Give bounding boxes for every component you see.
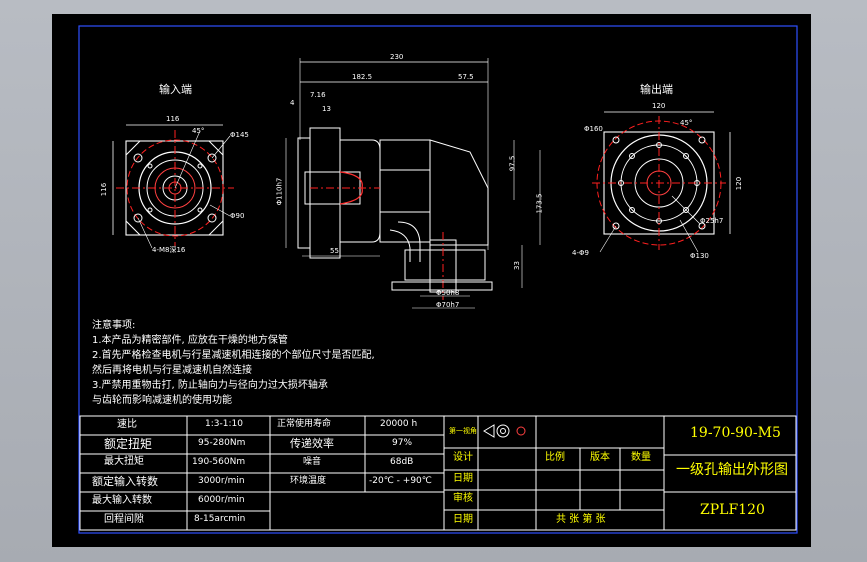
note-line-4: 3.严禁用重物击打, 防止轴向力与径向力过大损坏轴承 <box>92 380 328 391</box>
version-label: 版本 <box>590 452 610 463</box>
spec-r2-c1: 额定扭矩 <box>104 437 153 451</box>
output-elbow-inner <box>389 229 411 262</box>
spec-r4-c2: 3000r/min <box>198 476 245 486</box>
shaft-dia-label: Φ110h7 <box>275 177 284 206</box>
projection-symbol-2 <box>516 426 526 436</box>
bottom-dia2-label: Φ70h7 <box>436 301 460 309</box>
drawing-number: 19-70-90-M5 <box>690 425 781 441</box>
spec-r6-c1: 回程间隙 <box>104 514 144 525</box>
output-flange-leader <box>679 219 699 253</box>
input-height-dim: 116 <box>100 182 109 197</box>
spec-r4-c3: 环境温度 <box>290 476 327 486</box>
scale-label: 比例 <box>545 452 565 463</box>
output-flange-dim: Φ130 <box>690 252 709 260</box>
input-hole-leader <box>137 217 153 249</box>
spec-r5-c1: 最大输入转数 <box>92 495 152 506</box>
spec-r1-c3: 正常使用寿命 <box>277 419 332 429</box>
input-small-hole-2 <box>197 163 203 169</box>
projection-label: 第一视角 <box>449 427 477 435</box>
output-bore-dim: Φ25h7 <box>700 217 724 225</box>
output-holes-dim: 4-Φ9 <box>572 249 589 257</box>
spec-r3-c2: 190-560Nm <box>192 457 246 467</box>
d3-label: 13 <box>322 105 331 113</box>
spec-r1-c1: 速比 <box>117 419 137 430</box>
adapter-plate <box>309 127 341 259</box>
input-angle-dim: 45° <box>192 127 205 135</box>
spec-r2-c2: 95-280Nm <box>198 438 246 448</box>
right1-label: 97.5 <box>508 155 517 172</box>
model-number: ZPLF120 <box>700 502 765 518</box>
spec-r2-c3: 传递效率 <box>290 437 334 450</box>
spec-r3-c4: 68dB <box>390 457 414 467</box>
check-label: 审核 <box>453 493 473 504</box>
projection-circle <box>496 424 510 438</box>
note-line-1: 1.本产品为精密部件, 应放在干燥的地方保管 <box>92 335 288 346</box>
drawing-title: 一级孔输出外形图 <box>676 462 788 478</box>
overall-length-label: 230 <box>390 53 404 61</box>
input-small-hole-1 <box>147 163 153 169</box>
input-chamfer-tl <box>125 140 141 156</box>
output-angle-dim: 45° <box>680 119 693 127</box>
output-view-label: 输出端 <box>640 83 673 96</box>
spec-table-grid <box>79 415 445 531</box>
output-bore-leader <box>671 195 701 225</box>
output-width-dim: 120 <box>652 102 666 110</box>
input-holes-dim: 4-M8深16 <box>152 246 186 254</box>
input-bore-dim: Φ90 <box>230 212 245 220</box>
length1-label: 182.5 <box>352 73 373 81</box>
input-small-hole-4 <box>197 207 203 213</box>
spec-r5-c2: 6000r/min <box>198 495 245 505</box>
right2-label: 173.5 <box>535 193 544 214</box>
design-label: 设计 <box>453 452 473 463</box>
note-line-2: 2.首先严格检查电机与行星减速机相连接的个部位尺寸是否匹配, <box>92 350 375 361</box>
d1-label: 7.16 <box>310 91 326 99</box>
input-chamfer-br <box>208 220 224 236</box>
quantity-label: 数量 <box>631 452 651 463</box>
projection-circle-inner <box>500 428 506 434</box>
output-holes-leader <box>599 225 617 253</box>
housing-body-mid <box>379 139 431 243</box>
spec-r3-c1: 最大扭矩 <box>104 456 144 467</box>
spec-r3-c3: 噪音 <box>303 457 322 467</box>
note-line-5: 与齿轮而影响减速机的使用功能 <box>92 395 232 406</box>
date-label-1: 日期 <box>453 473 473 484</box>
input-end-view <box>112 124 234 249</box>
notes-title: 注意事项: <box>92 320 136 331</box>
spec-r6-c2: 8-15arcmin <box>194 514 246 524</box>
projection-cone <box>483 424 495 438</box>
output-pcd-dim: Φ160 <box>584 125 603 133</box>
spec-r1-c2: 1:3-1:10 <box>205 419 243 429</box>
date-label-2: 日期 <box>453 514 473 525</box>
output-end-view <box>592 111 731 253</box>
spec-r2-c4: 97% <box>392 438 413 448</box>
output-hub <box>404 249 486 281</box>
input-width-dim: 116 <box>166 115 180 123</box>
bottom1-label: 55 <box>330 247 339 255</box>
input-small-hole-3 <box>147 207 153 213</box>
sheets-label: 共 张 第 张 <box>556 514 606 525</box>
spec-r4-c1: 额定输入转数 <box>92 475 158 488</box>
input-view-label: 输入端 <box>159 83 192 96</box>
output-height-dim: 120 <box>735 176 744 191</box>
bottom-dia1-label: Φ50h8 <box>436 289 460 297</box>
spec-r1-c4: 20000 h <box>380 419 418 429</box>
input-pcd-dim: Φ145 <box>230 131 249 139</box>
motor-flange <box>297 137 311 249</box>
length2-label: 57.5 <box>458 73 474 81</box>
housing-body-right <box>429 139 489 246</box>
d2-label: 4 <box>290 99 295 107</box>
note-line-3: 然后再将电机与行星减速机自然连接 <box>92 365 252 376</box>
spec-r4-c4: -20℃ - +90℃ <box>369 476 432 486</box>
input-chamfer-bl <box>125 220 141 236</box>
right3-label: 33 <box>512 261 521 270</box>
